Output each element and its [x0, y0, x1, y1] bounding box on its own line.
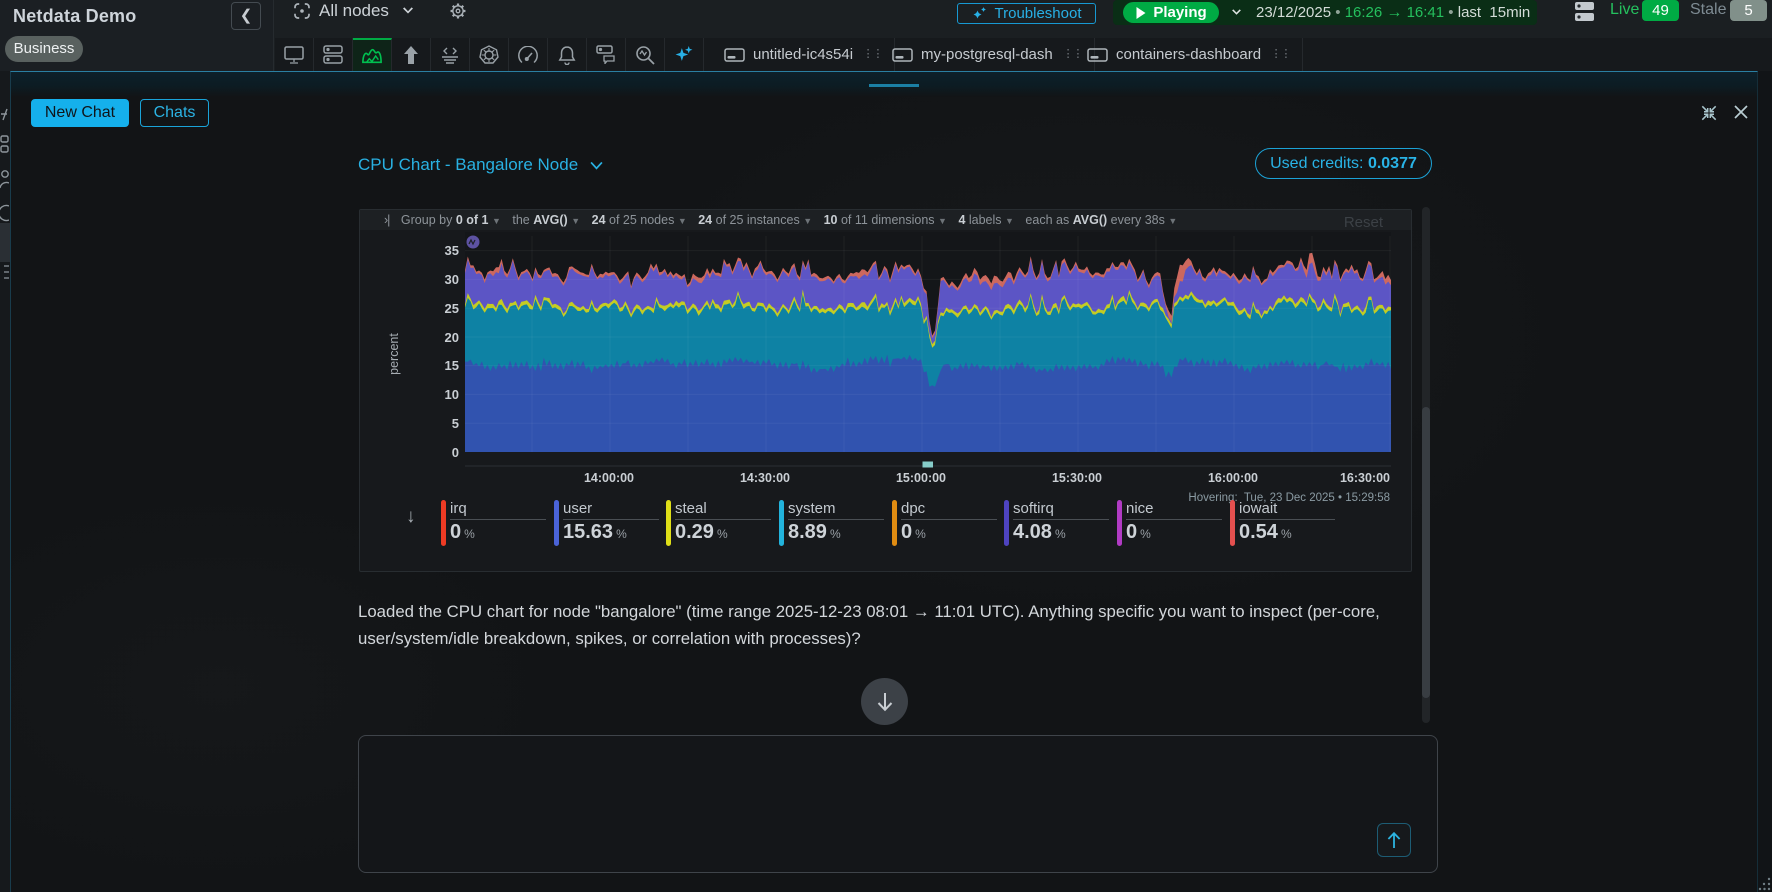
svg-text:5: 5: [452, 416, 459, 431]
svg-text:16:00:00: 16:00:00: [1208, 471, 1258, 485]
svg-text:20: 20: [445, 330, 459, 345]
svg-text:percent: percent: [387, 333, 401, 375]
svg-text:14:30:00: 14:30:00: [740, 471, 790, 485]
svg-text:16:30:00: 16:30:00: [1340, 471, 1390, 485]
svg-text:35: 35: [445, 243, 459, 258]
svg-text:15:00:00: 15:00:00: [896, 471, 946, 485]
svg-text:25: 25: [445, 301, 459, 316]
svg-text:30: 30: [445, 272, 459, 287]
svg-text:10: 10: [445, 387, 459, 402]
svg-text:0: 0: [452, 445, 459, 460]
svg-text:14:00:00: 14:00:00: [584, 471, 634, 485]
svg-text:15:30:00: 15:30:00: [1052, 471, 1102, 485]
svg-text:15: 15: [445, 358, 459, 373]
